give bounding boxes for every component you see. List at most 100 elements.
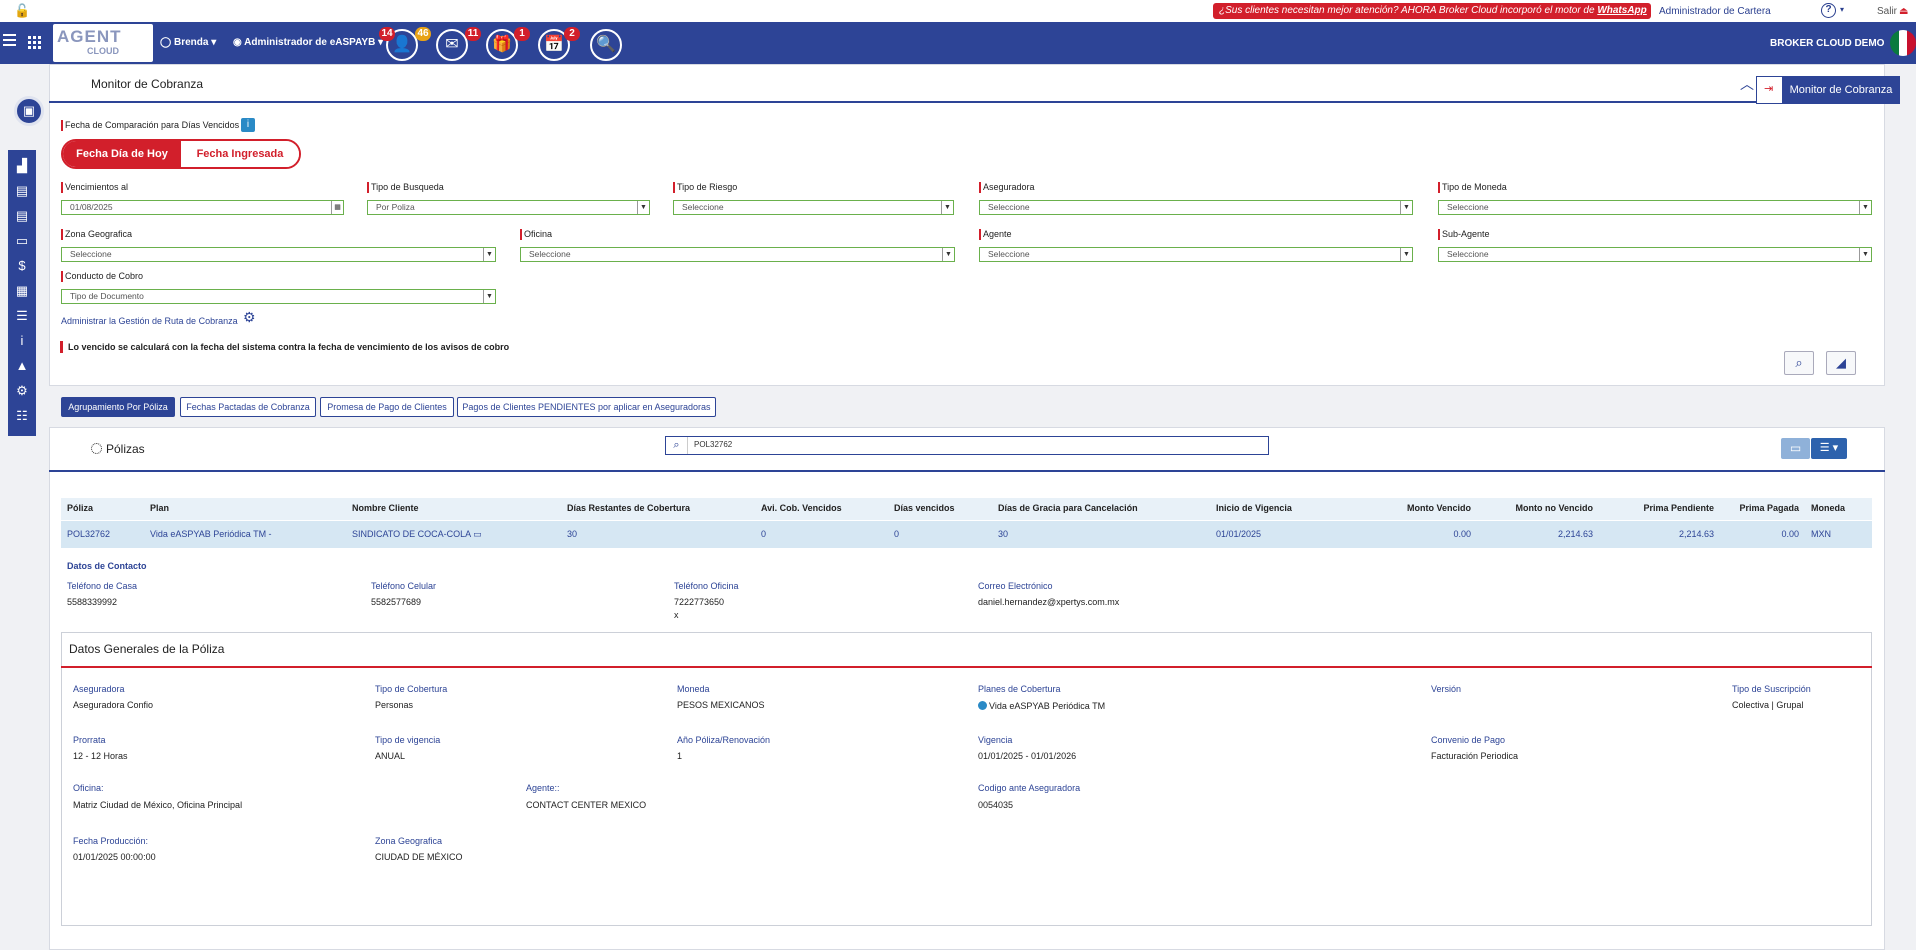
zona-select[interactable]: Seleccione ▼ [61, 247, 496, 262]
excel-export-icon[interactable]: ▤ [8, 208, 36, 224]
tab-fechas-pactadas[interactable]: Fechas Pactadas de Cobranza [180, 397, 316, 417]
exit-doc-icon: ⇥ [1764, 83, 1774, 95]
tipo-vigencia-value: ANUAL [375, 751, 406, 761]
monitor-badge-icon[interactable]: ▣ [14, 96, 44, 126]
telefono-casa-label: Teléfono de Casa [67, 581, 138, 591]
filter-panel [49, 64, 1885, 386]
column-header[interactable]: Póliza [67, 503, 93, 513]
chevron-down-icon[interactable]: ▾ [1840, 5, 1844, 14]
list-add-icon[interactable]: ☷ [8, 408, 36, 424]
comment-button[interactable]: ▭ [1781, 438, 1810, 459]
chevron-down-icon: ▼ [941, 201, 953, 214]
column-header[interactable]: Monto Vencido [1341, 503, 1471, 513]
toggle-fecha-ingresada[interactable]: Fecha Ingresada [181, 141, 299, 167]
cell-moneda: MXN [1811, 529, 1831, 539]
excel-icon[interactable]: ▤ [8, 183, 36, 199]
moneda-label: Moneda [677, 684, 710, 694]
agent-cloud-logo[interactable]: AGENT CLOUD [53, 24, 153, 62]
hamburger-menu-icon[interactable] [3, 34, 16, 48]
cell-cliente[interactable]: SINDICATO DE COCA-COLA ▭ [352, 529, 482, 540]
tab-agrupamiento[interactable]: Agrupamiento Por Póliza [61, 397, 175, 417]
mexico-flag-icon[interactable] [1890, 30, 1916, 56]
column-header[interactable]: Avi. Cob. Vencidos [761, 503, 842, 513]
warning-icon[interactable]: ▲ [8, 358, 36, 373]
search-button[interactable]: ⌕ [1784, 351, 1814, 375]
conducto-value: Tipo de Documento [70, 291, 144, 301]
clear-button[interactable]: ◢ [1826, 351, 1856, 375]
oficina-select[interactable]: Seleccione ▼ [520, 247, 955, 262]
correo-label: Correo Electrónico [978, 581, 1053, 591]
id-card-icon[interactable]: ▭ [473, 529, 482, 539]
tipo-riesgo-select[interactable]: Seleccione ▼ [673, 200, 954, 215]
agente-value: Seleccione [988, 249, 1030, 259]
column-header[interactable]: Moneda [1811, 503, 1845, 513]
money-bag-icon[interactable]: $ [8, 258, 36, 273]
tipo-vigencia-label: Tipo de vigencia [375, 735, 441, 745]
role-menu[interactable]: ◉ Administrador de eASPAYB ▾ [233, 37, 383, 48]
chevron-up-icon[interactable]: ︿ [1740, 74, 1754, 94]
unlock-icon[interactable]: 🔓 [14, 3, 30, 19]
agente-select[interactable]: Seleccione ▼ [979, 247, 1413, 262]
aseguradora-value: Aseguradora Confio [73, 700, 154, 710]
clipboard-icon[interactable]: ▦ [8, 283, 36, 299]
polizas-search-input[interactable]: ⌕ POL32762 [665, 436, 1269, 455]
fecha-toggle[interactable]: Fecha Día de Hoy Fecha Ingresada [61, 139, 301, 169]
aseguradora-select[interactable]: Seleccione ▼ [979, 200, 1413, 215]
tipo-busqueda-select[interactable]: Por Poliza ▼ [367, 200, 650, 215]
column-header[interactable]: Plan [150, 503, 169, 513]
mail-icon[interactable]: ✉ [436, 29, 468, 61]
toggle-fecha-hoy[interactable]: Fecha Día de Hoy [63, 141, 181, 167]
tipo-suscripcion-label: Tipo de Suscripción [1732, 684, 1811, 694]
admin-ruta-link[interactable]: Administrar la Gestión de Ruta de Cobran… [61, 316, 238, 326]
tipo-moneda-select[interactable]: Seleccione ▼ [1438, 200, 1872, 215]
tipo-busqueda-label: Tipo de Busqueda [367, 182, 444, 193]
whatsapp-link[interactable]: WhatsApp [1597, 5, 1646, 16]
info-icon[interactable]: i [8, 333, 36, 348]
column-header[interactable]: Inicio de Vigencia [1216, 503, 1292, 513]
column-header[interactable]: Días Restantes de Cobertura [567, 503, 690, 513]
user-menu[interactable]: ◯ Brenda ▾ [160, 37, 216, 48]
search-user-icon[interactable]: 🔍 [590, 29, 622, 61]
column-header[interactable]: Prima Pendiente [1601, 503, 1714, 513]
cell-plan: Vida eASPYAB Periódica TM - [150, 529, 272, 539]
tab-pagos-pendientes[interactable]: Pagos de Clientes PENDIENTES por aplicar… [457, 397, 716, 417]
agente-value: CONTACT CENTER MEXICO [526, 800, 647, 810]
column-header[interactable]: Prima Pagada [1721, 503, 1799, 513]
tipo-moneda-label: Tipo de Moneda [1438, 182, 1507, 193]
cliente-name: SINDICATO DE COCA-COLA [352, 529, 471, 539]
logo-text: AGENT [57, 27, 122, 46]
info-icon[interactable]: i [241, 118, 255, 132]
cell-poliza[interactable]: POL32762 [67, 529, 110, 539]
vencimientos-date-input[interactable]: 01/08/2025 ▦ [61, 200, 344, 215]
user-icon: ◯ [160, 37, 172, 48]
column-header[interactable]: Días de Gracia para Cancelación [998, 503, 1138, 513]
whatsapp-banner[interactable]: ¿Sus clientes necesitan mejor atención? … [1213, 3, 1651, 19]
table-row[interactable]: POL32762 Vida eASPYAB Periódica TM - SIN… [61, 521, 1872, 548]
list-options-button[interactable]: ☰ ▾ [1811, 438, 1847, 459]
chevron-down-icon: ▼ [483, 248, 495, 261]
admin-cartera-link[interactable]: Administrador de Cartera [1659, 6, 1771, 17]
conducto-label: Conducto de Cobro [61, 271, 143, 282]
calendar-icon[interactable]: ▦ [331, 201, 343, 214]
anio-poliza-value: 1 [677, 751, 683, 761]
column-header[interactable]: Días vencidos [894, 503, 955, 513]
subagente-select[interactable]: Seleccione ▼ [1438, 247, 1872, 262]
gears-icon[interactable]: ⚙ [8, 383, 36, 399]
aseguradora-label: Aseguradora [73, 684, 125, 694]
telefono-celular: 5582577689 [371, 597, 422, 607]
banner-text: ¿Sus clientes necesitan mejor atención? … [1219, 5, 1595, 16]
fecha-produccion-label: Fecha Producción: [73, 836, 149, 846]
column-header[interactable]: Monto no Vencido [1481, 503, 1594, 513]
column-header[interactable]: Nombre Cliente [352, 503, 419, 513]
document-icon[interactable]: ▭ [8, 233, 36, 249]
conducto-select[interactable]: Tipo de Documento ▼ [61, 289, 496, 304]
monitor-cobranza-button[interactable]: ⇥ Monitor de Cobranza [1756, 76, 1900, 104]
route-settings-icon[interactable]: ⚙ [243, 309, 256, 326]
tab-promesa-pago[interactable]: Promesa de Pago de Clientes [320, 397, 454, 417]
cell-dias-restantes: 30 [567, 529, 578, 539]
chart-icon[interactable]: ▟ [8, 158, 36, 174]
help-icon[interactable]: ? [1821, 3, 1836, 18]
logout-link[interactable]: Salir ⏏ [1877, 6, 1908, 17]
apps-grid-icon[interactable] [28, 36, 41, 49]
list-icon[interactable]: ☰ [8, 308, 36, 324]
